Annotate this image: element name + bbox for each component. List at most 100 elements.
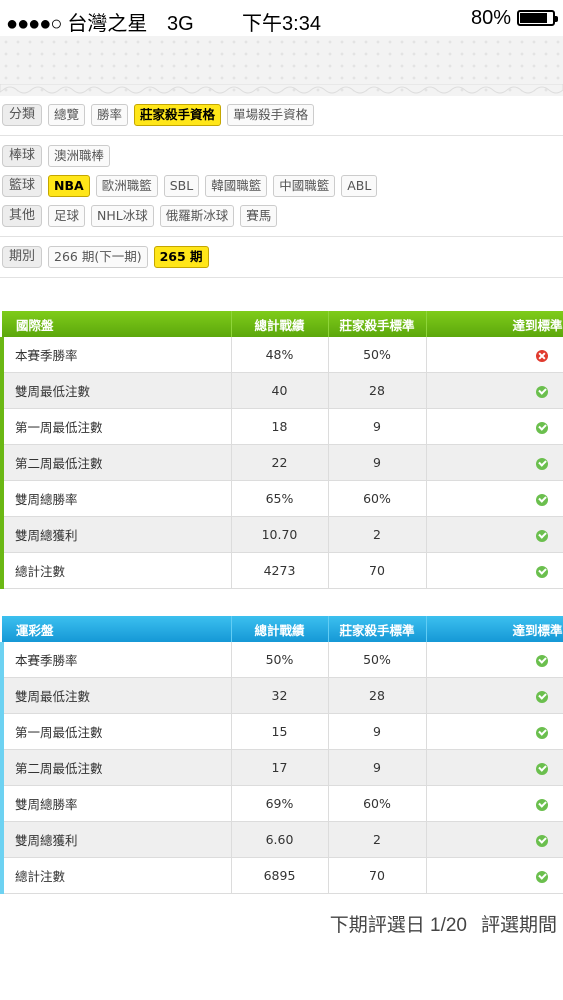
total-record-value: 15 bbox=[231, 713, 329, 750]
chip-nba[interactable]: NBA bbox=[48, 175, 90, 197]
check-circle-icon bbox=[535, 565, 548, 578]
metric-name: 雙周最低注數 bbox=[0, 677, 232, 714]
col-header-market: 國際盤 bbox=[2, 311, 232, 337]
metric-name: 本賽季勝率 bbox=[0, 642, 232, 678]
check-circle-icon bbox=[535, 726, 548, 739]
metric-name: 總計注數 bbox=[0, 857, 232, 894]
chip-korean-basketball[interactable]: 韓國職籃 bbox=[205, 175, 268, 197]
chip-chinese-basketball[interactable]: 中國職籃 bbox=[273, 175, 336, 197]
total-record-value: 4273 bbox=[231, 552, 329, 589]
table-row: 本賽季勝率 48% 50% bbox=[0, 337, 563, 373]
chip-period-266[interactable]: 266 期(下一期) bbox=[48, 246, 148, 268]
table-row: 雙周最低注數 32 28 bbox=[0, 677, 563, 714]
check-circle-icon bbox=[535, 529, 548, 542]
table-header-row: 國際盤 總計戰績 莊家殺手標準 達到標準 bbox=[2, 311, 563, 337]
metric-name: 第一周最低注數 bbox=[0, 408, 232, 445]
status-bar: ●●●●○ 台灣之星 3G 下午3:34 80% bbox=[0, 0, 563, 36]
filter-label-category: 分類 bbox=[2, 104, 43, 126]
metric-name: 總計注數 bbox=[0, 552, 232, 589]
standard-value: 9 bbox=[328, 444, 427, 481]
met-status bbox=[426, 749, 563, 786]
check-circle-icon bbox=[535, 798, 548, 811]
check-circle-icon bbox=[535, 493, 548, 506]
check-circle-icon bbox=[535, 654, 548, 667]
table-row: 第一周最低注數 18 9 bbox=[0, 408, 563, 445]
chip-horse-racing[interactable]: 賽馬 bbox=[240, 205, 278, 227]
met-status bbox=[426, 444, 563, 481]
standard-value: 50% bbox=[328, 642, 427, 678]
standard-value: 50% bbox=[328, 337, 427, 373]
chip-nhl-hockey[interactable]: NHL冰球 bbox=[91, 205, 154, 227]
total-record-value: 40 bbox=[231, 372, 329, 409]
metric-name: 本賽季勝率 bbox=[0, 337, 232, 373]
table-row: 雙周總獲利 6.60 2 bbox=[0, 821, 563, 858]
check-circle-icon bbox=[535, 421, 548, 434]
col-header-market: 運彩盤 bbox=[2, 616, 232, 642]
col-header-total-record: 總計戰績 bbox=[231, 616, 329, 642]
total-record-value: 10.70 bbox=[231, 516, 329, 553]
filter-label-basketball: 籃球 bbox=[2, 175, 43, 197]
chip-single-killer[interactable]: 單場殺手資格 bbox=[227, 104, 315, 126]
next-review-date: 下期評選日 1/20 bbox=[329, 915, 467, 936]
col-header-standard: 莊家殺手標準 bbox=[328, 311, 427, 337]
total-record-value: 22 bbox=[231, 444, 329, 481]
check-circle-icon bbox=[535, 834, 548, 847]
metric-name: 雙周總獲利 bbox=[0, 821, 232, 858]
met-status bbox=[426, 821, 563, 858]
total-record-value: 17 bbox=[231, 749, 329, 786]
met-status bbox=[426, 677, 563, 714]
standard-value: 60% bbox=[328, 480, 427, 517]
chip-overview[interactable]: 總覽 bbox=[48, 104, 86, 126]
total-record-value: 50% bbox=[231, 642, 329, 678]
review-period-link[interactable]: 評選期間 bbox=[481, 915, 557, 936]
chip-win-rate[interactable]: 勝率 bbox=[91, 104, 129, 126]
standard-value: 2 bbox=[328, 516, 427, 553]
standard-value: 60% bbox=[328, 785, 427, 822]
chip-banker-killer[interactable]: 莊家殺手資格 bbox=[134, 104, 222, 126]
standard-value: 2 bbox=[328, 821, 427, 858]
table-row: 總計注數 4273 70 bbox=[0, 552, 563, 589]
metric-name: 雙周總勝率 bbox=[0, 480, 232, 517]
filter-row-category: 分類 總覽 勝率 莊家殺手資格 單場殺手資格 bbox=[0, 100, 563, 130]
met-status bbox=[426, 785, 563, 822]
table-row: 第一周最低注數 15 9 bbox=[0, 713, 563, 750]
chip-euro-basketball[interactable]: 歐洲職籃 bbox=[95, 175, 158, 197]
table-row: 雙周總勝率 69% 60% bbox=[0, 785, 563, 822]
col-header-met: 達到標準 bbox=[426, 311, 563, 337]
chip-australian-baseball[interactable]: 澳洲職棒 bbox=[48, 145, 111, 167]
met-status bbox=[426, 642, 563, 678]
table-row: 第二周最低注數 17 9 bbox=[0, 749, 563, 786]
filter-row-period: 期別 266 期(下一期) 265 期 bbox=[0, 242, 563, 272]
chip-period-265[interactable]: 265 期 bbox=[153, 246, 209, 268]
check-circle-icon bbox=[535, 870, 548, 883]
check-circle-icon bbox=[535, 762, 548, 775]
metric-name: 第二周最低注數 bbox=[0, 749, 232, 786]
table-header-row: 運彩盤 總計戰績 莊家殺手標準 達到標準 bbox=[2, 616, 563, 642]
lottery-standards-table: 運彩盤 總計戰績 莊家殺手標準 達到標準 本賽季勝率 50% 50% 雙周最低注數 32… bbox=[0, 616, 563, 894]
chip-soccer[interactable]: 足球 bbox=[48, 205, 86, 227]
chip-abl[interactable]: ABL bbox=[341, 175, 378, 197]
met-status bbox=[426, 337, 563, 373]
filter-label-other: 其他 bbox=[2, 205, 43, 227]
x-circle-icon bbox=[535, 349, 548, 362]
standard-value: 28 bbox=[328, 372, 427, 409]
review-info: 下期評選日 1/20 評選期間 bbox=[316, 910, 557, 937]
divider bbox=[0, 277, 563, 278]
check-circle-icon bbox=[535, 385, 548, 398]
standard-value: 9 bbox=[328, 749, 427, 786]
standard-value: 28 bbox=[328, 677, 427, 714]
filter-panel: 分類 總覽 勝率 莊家殺手資格 單場殺手資格 棒球 澳洲職棒 籃球 NBA 歐洲… bbox=[0, 100, 563, 283]
divider bbox=[0, 135, 563, 136]
filter-label-period: 期別 bbox=[2, 246, 43, 268]
filter-row-other: 其他 足球 NHL冰球 俄羅斯冰球 賽馬 bbox=[0, 201, 563, 231]
filter-row-basketball: 籃球 NBA 歐洲職籃 SBL 韓國職籃 中國職籃 ABL bbox=[0, 171, 563, 201]
check-circle-icon bbox=[535, 457, 548, 470]
battery-icon bbox=[517, 10, 558, 26]
col-header-met: 達到標準 bbox=[426, 616, 563, 642]
filter-row-baseball: 棒球 澳洲職棒 bbox=[0, 141, 563, 171]
chip-russian-hockey[interactable]: 俄羅斯冰球 bbox=[159, 205, 235, 227]
divider bbox=[0, 236, 563, 237]
filter-label-baseball: 棒球 bbox=[2, 145, 43, 167]
standard-value: 9 bbox=[328, 713, 427, 750]
chip-sbl[interactable]: SBL bbox=[163, 175, 200, 197]
